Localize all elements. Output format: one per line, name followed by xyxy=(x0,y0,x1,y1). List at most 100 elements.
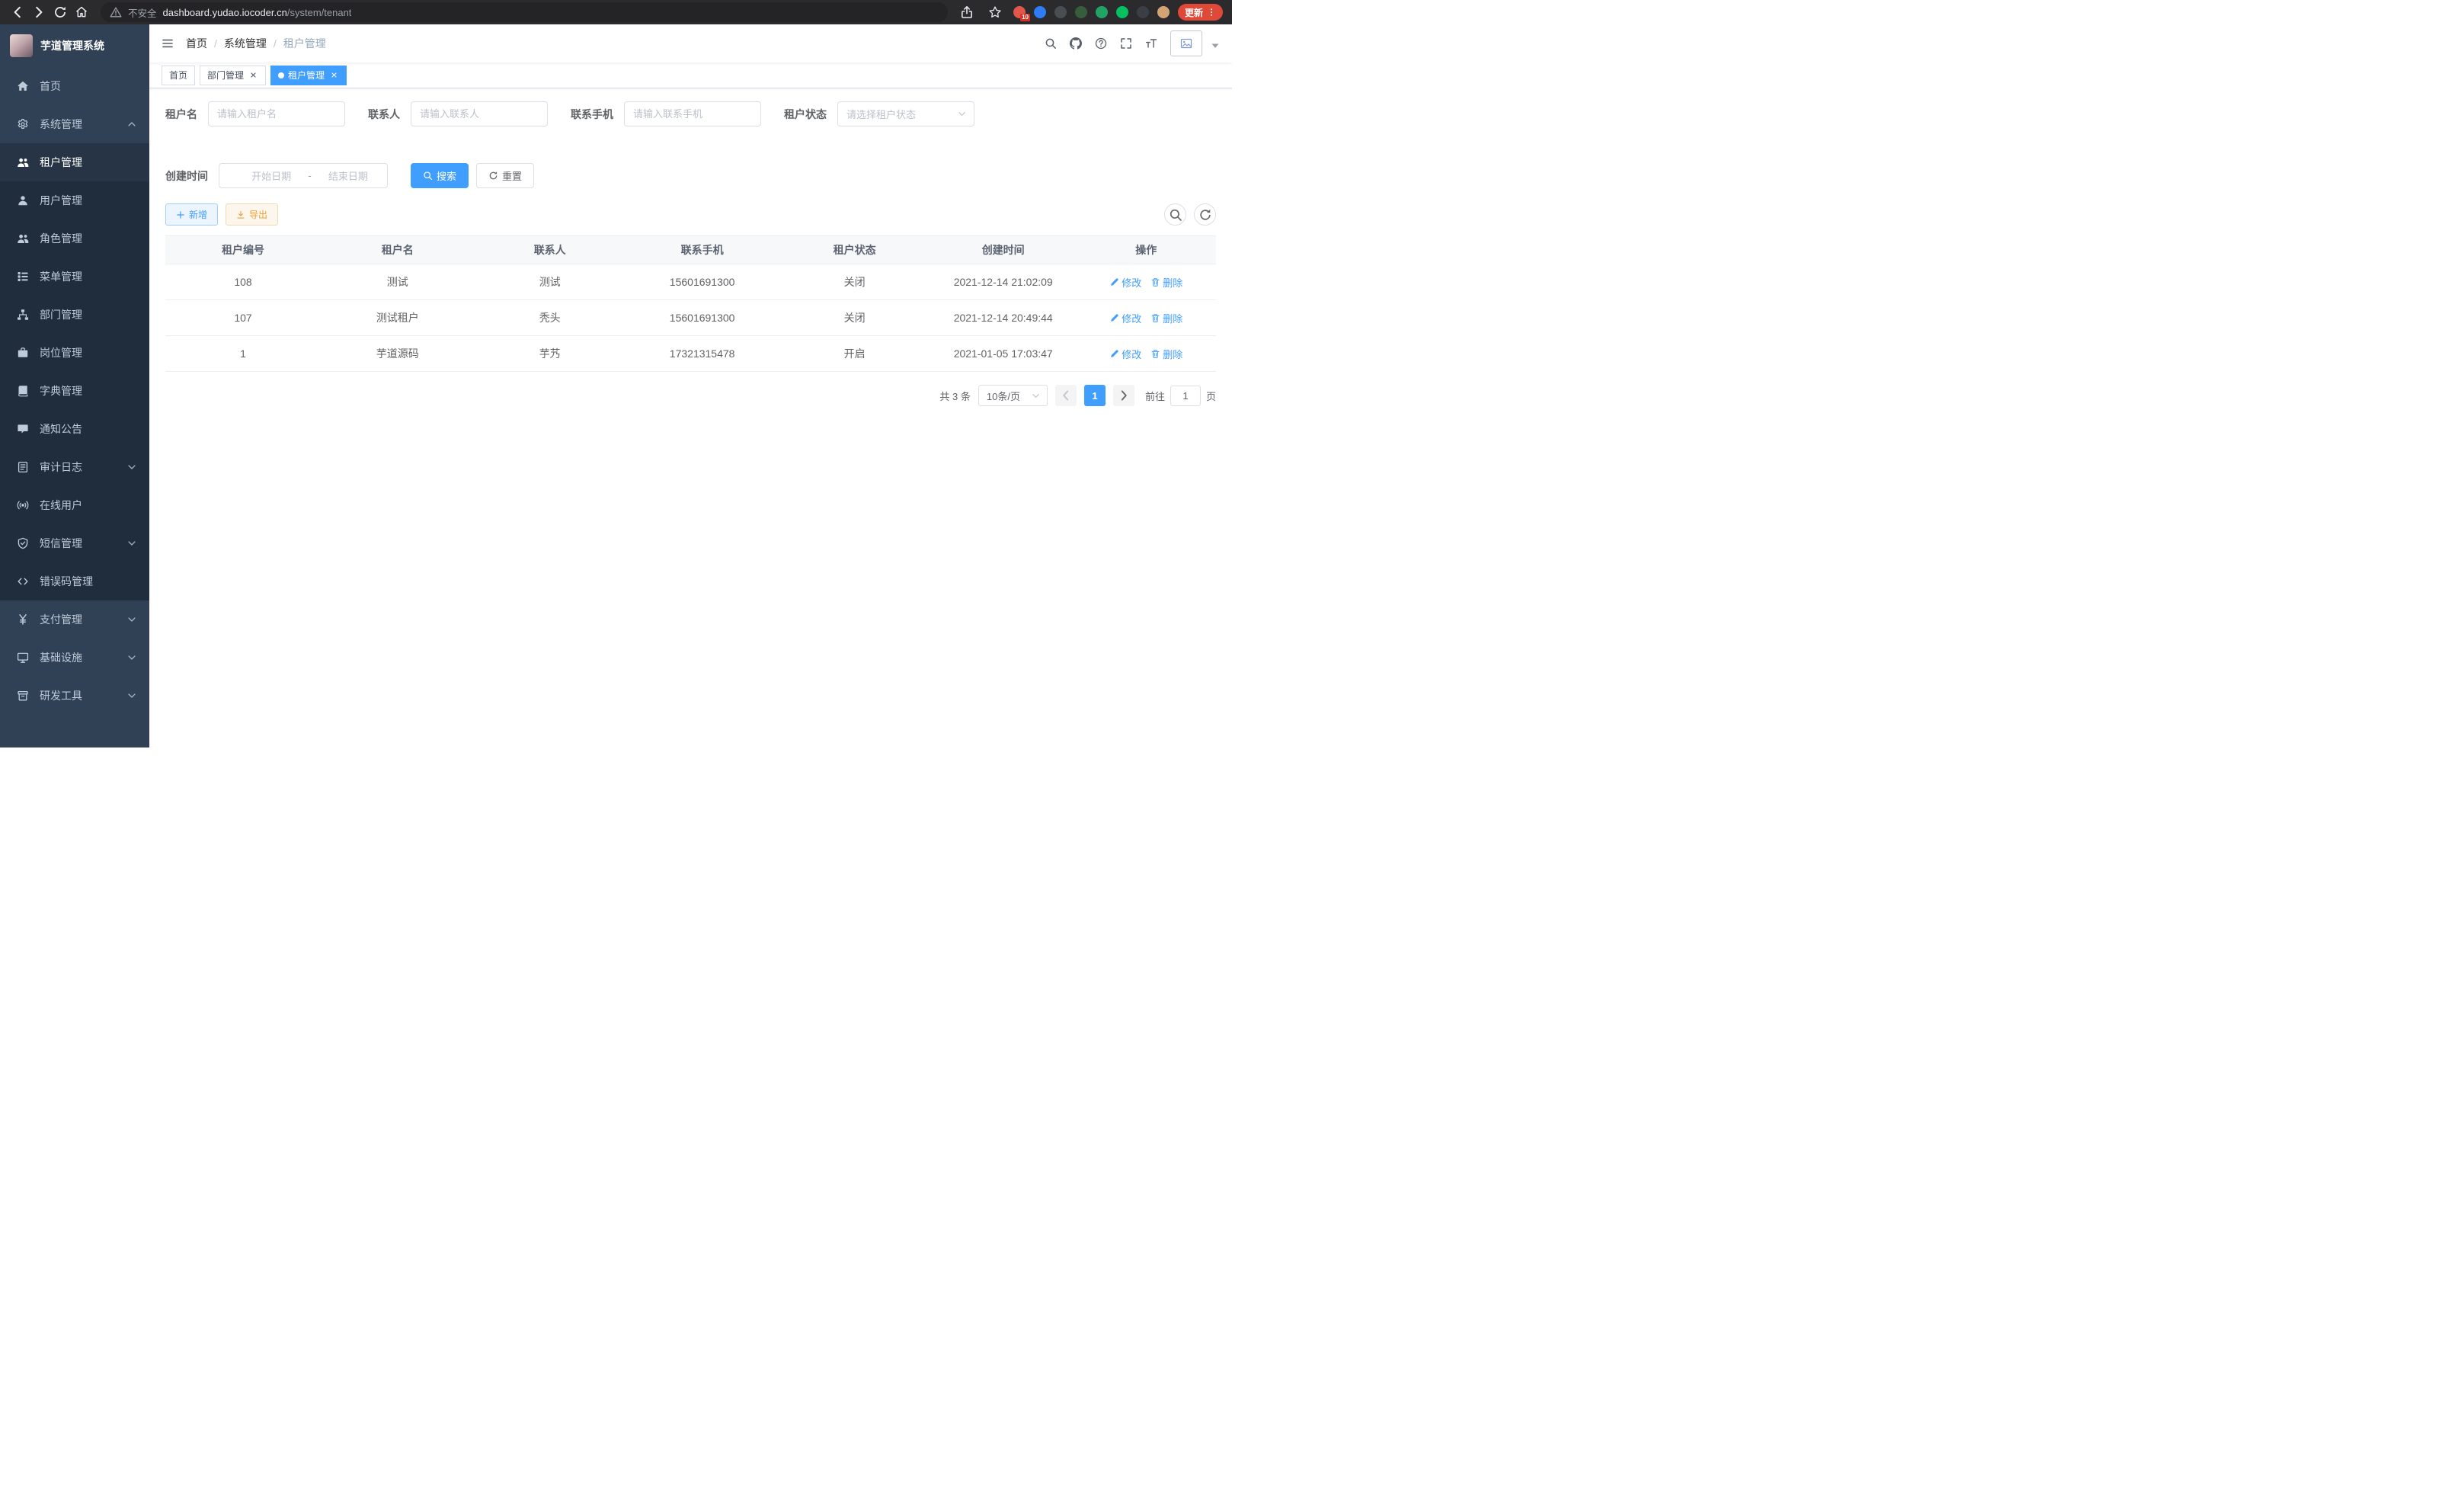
col-created: 创建时间 xyxy=(930,236,1077,264)
toggle-search-button[interactable] xyxy=(1164,203,1186,226)
extensions-row: 10 xyxy=(1013,6,1170,18)
chevron-down-icon xyxy=(126,652,137,663)
tab-dept[interactable]: 部门管理 xyxy=(200,66,266,85)
sidebar-item-dev-tools[interactable]: 研发工具 xyxy=(0,677,149,715)
share-icon[interactable] xyxy=(957,2,977,22)
date-range-picker[interactable]: 开始日期 - 结束日期 xyxy=(219,163,388,188)
online-icon xyxy=(17,499,29,511)
chevron-down-icon xyxy=(126,690,137,701)
browser-actions: 10 更新 xyxy=(957,2,1224,22)
breadcrumb-separator: / xyxy=(214,37,217,50)
search-button[interactable]: 搜索 xyxy=(411,163,469,188)
home-icon xyxy=(17,80,29,92)
export-button[interactable]: 导出 xyxy=(226,203,278,226)
sidebar-item-role[interactable]: 角色管理 xyxy=(0,219,149,258)
logo-avatar xyxy=(10,34,33,57)
end-date-placeholder[interactable]: 结束日期 xyxy=(316,168,380,183)
tab-home[interactable]: 首页 xyxy=(162,66,195,85)
browser-forward-button[interactable] xyxy=(29,2,49,22)
sidebar-item-dept[interactable]: 部门管理 xyxy=(0,296,149,334)
extension-dark-ring[interactable] xyxy=(1054,6,1067,18)
extension-blue[interactable] xyxy=(1034,6,1046,18)
sidebar-toggle-button[interactable] xyxy=(149,37,186,50)
delete-link[interactable]: 删除 xyxy=(1150,347,1182,361)
edit-link[interactable]: 修改 xyxy=(1109,275,1141,290)
extension-green-dot[interactable] xyxy=(1096,6,1108,18)
sidebar-item-online-user[interactable]: 在线用户 xyxy=(0,486,149,524)
cell-created: 2021-01-05 17:03:47 xyxy=(930,336,1077,372)
extension-red[interactable]: 10 xyxy=(1013,6,1026,18)
close-icon[interactable] xyxy=(328,70,339,81)
sidebar-item-pay[interactable]: 支付管理 xyxy=(0,600,149,639)
browser-back-button[interactable] xyxy=(8,2,27,22)
app-logo[interactable]: 芋道管理系统 xyxy=(0,24,149,67)
extension-dark-gray[interactable] xyxy=(1137,6,1149,18)
reset-button[interactable]: 重置 xyxy=(476,163,534,188)
sidebar-menu: 首页系统管理租户管理用户管理角色管理菜单管理部门管理岗位管理字典管理通知公告审计… xyxy=(0,67,149,748)
edit-link[interactable]: 修改 xyxy=(1109,311,1141,325)
font-size-icon[interactable] xyxy=(1145,37,1157,50)
next-page-button[interactable] xyxy=(1113,385,1134,406)
sidebar-item-home[interactable]: 首页 xyxy=(0,67,149,105)
sidebar-item-label: 字典管理 xyxy=(40,383,82,399)
page-unit-label: 页 xyxy=(1206,389,1216,403)
peoples-icon xyxy=(17,156,29,168)
github-icon[interactable] xyxy=(1070,37,1082,50)
page-size-select[interactable]: 10条/页 xyxy=(978,385,1048,406)
delete-link[interactable]: 删除 xyxy=(1150,311,1182,325)
broken-image-icon xyxy=(1180,37,1192,50)
page-1-button[interactable]: 1 xyxy=(1084,385,1106,406)
browser-toolbar: 不安全 dashboard.yudao.iocoder.cn/system/te… xyxy=(0,0,1232,24)
sidebar-item-notice[interactable]: 通知公告 xyxy=(0,410,149,448)
user-avatar[interactable] xyxy=(1170,30,1202,56)
sidebar-item-post[interactable]: 岗位管理 xyxy=(0,334,149,372)
sidebar-item-menu[interactable]: 菜单管理 xyxy=(0,258,149,296)
extension-wechat-green[interactable] xyxy=(1116,6,1128,18)
sidebar-item-error-code[interactable]: 错误码管理 xyxy=(0,562,149,600)
phone-input[interactable] xyxy=(624,101,761,126)
tags-view: 首页部门管理 租户管理 xyxy=(149,62,1232,88)
add-button[interactable]: 新增 xyxy=(165,203,218,226)
refresh-table-button[interactable] xyxy=(1194,203,1216,226)
address-bar[interactable]: 不安全 dashboard.yudao.iocoder.cn/system/te… xyxy=(101,2,948,22)
sidebar-item-infra[interactable]: 基础设施 xyxy=(0,639,149,677)
sidebar-item-sms[interactable]: 短信管理 xyxy=(0,524,149,562)
status-select[interactable]: 请选择租户状态 xyxy=(837,101,974,126)
active-tab-dot xyxy=(278,72,284,78)
goto-page-input[interactable] xyxy=(1170,386,1201,406)
bookmark-star-icon[interactable] xyxy=(985,2,1005,22)
start-date-placeholder[interactable]: 开始日期 xyxy=(239,168,303,183)
sidebar-item-user[interactable]: 用户管理 xyxy=(0,181,149,219)
cell-tenant-id: 107 xyxy=(165,300,321,336)
tab-label: 部门管理 xyxy=(207,69,244,82)
extension-dark-green[interactable] xyxy=(1075,6,1087,18)
tab-tenant[interactable]: 租户管理 xyxy=(270,66,347,85)
tree-icon xyxy=(17,309,29,321)
breadcrumb-system[interactable]: 系统管理 xyxy=(224,36,267,51)
delete-link[interactable]: 删除 xyxy=(1150,275,1182,290)
tenant-name-input[interactable] xyxy=(208,101,345,126)
avatar-caret-down-icon[interactable] xyxy=(1209,40,1221,56)
sidebar-item-dict[interactable]: 字典管理 xyxy=(0,372,149,410)
breadcrumb-home[interactable]: 首页 xyxy=(186,36,207,51)
extension-tan[interactable] xyxy=(1157,6,1170,18)
edit-link[interactable]: 修改 xyxy=(1109,347,1141,361)
sidebar-item-audit-log[interactable]: 审计日志 xyxy=(0,448,149,486)
header-search-icon[interactable] xyxy=(1045,37,1057,50)
browser-menu-icon[interactable] xyxy=(1207,8,1216,17)
sidebar-item-system[interactable]: 系统管理 xyxy=(0,105,149,143)
contact-input[interactable] xyxy=(411,101,548,126)
sidebar-item-label: 支付管理 xyxy=(40,612,82,627)
sidebar-item-tenant[interactable]: 租户管理 xyxy=(0,143,149,181)
col-phone: 联系手机 xyxy=(626,236,779,264)
browser-reload-button[interactable] xyxy=(50,2,70,22)
help-icon[interactable] xyxy=(1095,37,1107,50)
post-icon xyxy=(17,347,29,359)
close-icon[interactable] xyxy=(248,70,258,81)
browser-update-button[interactable]: 更新 xyxy=(1178,4,1223,21)
col-tenant-name: 租户名 xyxy=(321,236,474,264)
prev-page-button[interactable] xyxy=(1055,385,1077,406)
browser-home-button[interactable] xyxy=(72,2,91,22)
fullscreen-icon[interactable] xyxy=(1120,37,1132,50)
calendar-icon xyxy=(226,171,236,181)
